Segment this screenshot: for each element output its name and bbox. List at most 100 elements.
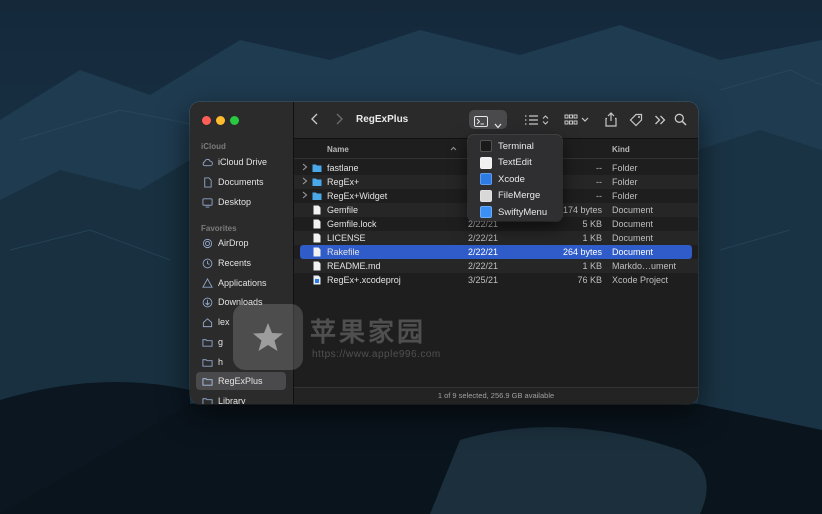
open-in-app-button[interactable] bbox=[469, 110, 507, 129]
textedit-app-icon bbox=[480, 156, 492, 169]
search-icon[interactable] bbox=[674, 113, 687, 126]
document-icon bbox=[312, 205, 322, 215]
file-name: RegEx+Widget bbox=[327, 191, 388, 201]
clock-icon bbox=[202, 258, 213, 269]
group-grid-icon[interactable] bbox=[564, 114, 590, 126]
sidebar-item-regexplus[interactable]: RegExPlus bbox=[196, 372, 286, 390]
file-kind: Document bbox=[612, 233, 654, 243]
file-name: Gemfile bbox=[327, 205, 359, 215]
menu-item-label: Xcode bbox=[498, 173, 525, 185]
filemerge-app-icon bbox=[480, 189, 492, 202]
menu-item-xcode[interactable]: Xcode bbox=[468, 171, 562, 188]
sidebar-item-label: Library bbox=[218, 396, 246, 404]
menu-item-terminal[interactable]: Terminal bbox=[468, 138, 562, 155]
sidebar-item-recents[interactable]: Recents bbox=[196, 254, 286, 272]
airdrop-icon bbox=[202, 238, 213, 249]
sidebar-item-label: Documents bbox=[218, 177, 264, 187]
sidebar-item-label: lex bbox=[218, 317, 230, 327]
forward-chevron-icon[interactable] bbox=[334, 112, 344, 126]
file-date: 2/22/21 bbox=[468, 261, 499, 271]
cloud-icon bbox=[202, 157, 213, 168]
xcode-app-icon bbox=[480, 173, 492, 186]
file-size: -- bbox=[596, 191, 602, 201]
folder-icon bbox=[202, 337, 213, 348]
file-kind: Document bbox=[612, 205, 654, 215]
open-with-menu: Terminal TextEdit Xcode FileMerge SwiftyMenu bbox=[468, 135, 562, 221]
folder-icon bbox=[202, 396, 213, 404]
file-name: RegEx+.xcodeproj bbox=[327, 275, 401, 285]
sort-chevron-up-icon bbox=[450, 144, 457, 153]
zoom-button[interactable] bbox=[230, 116, 239, 125]
sidebar-item-desktop[interactable]: Desktop bbox=[196, 193, 286, 211]
menu-item-label: FileMerge bbox=[498, 190, 541, 202]
menu-item-label: TextEdit bbox=[498, 157, 532, 169]
file-kind: Document bbox=[612, 247, 654, 257]
file-name: Rakefile bbox=[327, 247, 360, 257]
sidebar-item-label: iCloud Drive bbox=[218, 157, 268, 167]
disclosure-chevron-icon[interactable] bbox=[302, 177, 308, 187]
menu-item-label: SwiftyMenu bbox=[498, 206, 548, 218]
window-controls bbox=[202, 116, 239, 125]
sidebar-item-documents[interactable]: Documents bbox=[196, 173, 286, 191]
file-kind: Folder bbox=[612, 177, 638, 187]
sidebar-item-airdrop[interactable]: AirDrop bbox=[196, 234, 286, 252]
sidebar-item-label: Recents bbox=[218, 258, 252, 268]
menu-item-label: Terminal bbox=[498, 140, 534, 152]
sidebar-item-label: h bbox=[218, 357, 224, 367]
menu-item-swiftymenu[interactable]: SwiftyMenu bbox=[468, 204, 562, 221]
column-name-header[interactable]: Name bbox=[327, 145, 349, 154]
back-chevron-icon[interactable] bbox=[310, 112, 320, 126]
share-icon[interactable] bbox=[605, 112, 617, 127]
terminal-prompt-icon bbox=[474, 114, 488, 132]
minimize-button[interactable] bbox=[216, 116, 225, 125]
file-name: README.md bbox=[327, 261, 381, 271]
file-kind: Folder bbox=[612, 191, 638, 201]
column-kind-header[interactable]: Kind bbox=[612, 145, 630, 154]
applications-icon bbox=[202, 277, 213, 289]
file-size: 76 KB bbox=[577, 275, 602, 285]
list-view-icon[interactable] bbox=[524, 114, 550, 126]
more-chevrons-icon[interactable] bbox=[654, 114, 666, 126]
sidebar-item-icloud-drive[interactable]: iCloud Drive bbox=[196, 153, 286, 171]
sidebar-item-applications[interactable]: Applications bbox=[196, 274, 286, 292]
document-icon bbox=[312, 247, 322, 257]
star-icon bbox=[253, 323, 283, 351]
folder-icon bbox=[312, 177, 322, 187]
download-icon bbox=[202, 297, 213, 308]
sidebar-item-label: Applications bbox=[218, 278, 267, 288]
status-bar: 1 of 9 selected, 256.9 GB available bbox=[294, 387, 698, 404]
table-row[interactable]: Rakefile 2/22/21 264 bytes Document bbox=[300, 245, 692, 259]
file-size: 174 bytes bbox=[562, 205, 602, 215]
sidebar-item-label: AirDrop bbox=[218, 238, 249, 248]
watermark-logo bbox=[233, 304, 303, 370]
document-icon bbox=[312, 219, 322, 229]
document-icon bbox=[312, 261, 322, 271]
close-button[interactable] bbox=[202, 116, 211, 125]
tag-icon[interactable] bbox=[629, 113, 643, 127]
menu-item-filemerge[interactable]: FileMerge bbox=[468, 188, 562, 205]
file-date: 3/25/21 bbox=[468, 275, 499, 285]
folder-icon bbox=[312, 163, 322, 173]
file-name: fastlane bbox=[327, 163, 359, 173]
file-kind: Folder bbox=[612, 163, 638, 173]
menu-item-textedit[interactable]: TextEdit bbox=[468, 155, 562, 172]
desktop-icon bbox=[202, 197, 213, 208]
table-row[interactable]: README.md 2/22/21 1 KB Markdo…ument bbox=[294, 259, 698, 273]
folder-icon bbox=[312, 191, 322, 201]
sidebar-section-icloud: iCloud bbox=[201, 142, 226, 151]
sidebar-item-label: RegExPlus bbox=[218, 376, 263, 386]
xcode-project-icon bbox=[312, 275, 322, 285]
window-title: RegExPlus bbox=[356, 114, 409, 125]
disclosure-chevron-icon[interactable] bbox=[302, 191, 308, 201]
document-icon bbox=[312, 233, 322, 243]
file-name: RegEx+ bbox=[327, 177, 360, 187]
table-row[interactable]: RegEx+.xcodeproj 3/25/21 76 KB Xcode Projec… bbox=[294, 273, 698, 287]
sidebar-section-favorites: Favorites bbox=[201, 224, 237, 233]
toolbar: RegExPlus bbox=[294, 102, 698, 139]
sidebar-item-library[interactable]: Library bbox=[196, 392, 286, 404]
file-name: LICENSE bbox=[327, 233, 366, 243]
table-row[interactable]: LICENSE 2/22/21 1 KB Document bbox=[294, 231, 698, 245]
disclosure-chevron-icon[interactable] bbox=[302, 163, 308, 173]
file-size: -- bbox=[596, 163, 602, 173]
terminal-app-icon bbox=[480, 140, 492, 153]
